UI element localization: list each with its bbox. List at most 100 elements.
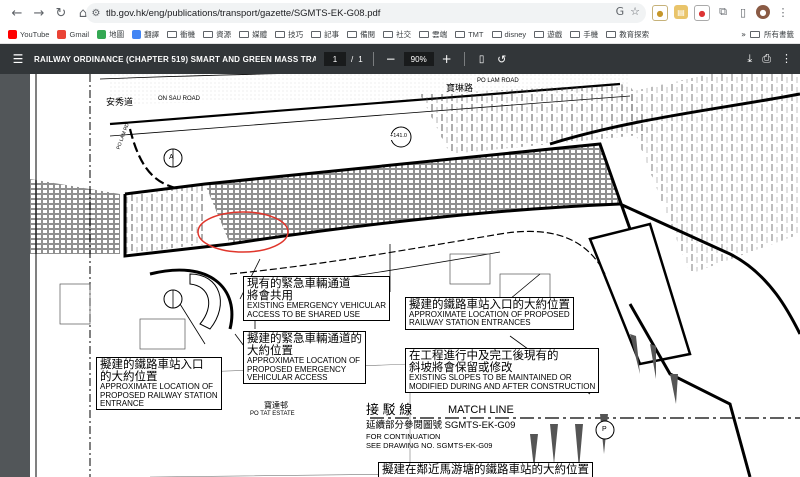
bookmark-label: 翻譯 — [144, 30, 160, 39]
estate-label-zh: 寶達邨 — [264, 401, 288, 410]
bookmark-folder[interactable]: disney — [491, 30, 527, 39]
bookmark-folder[interactable]: 資源 — [203, 29, 231, 40]
folder-icon — [203, 31, 214, 38]
pdf-page[interactable]: 安秀道 ON SAU ROAD 寶琳路 PO LAM ROAD PO LAM R… — [30, 74, 800, 477]
bookmark-folder-label: 衝機 — [180, 30, 196, 39]
road-label-zh-2: 寶琳路 — [446, 83, 474, 93]
bookmark-item[interactable]: 翻譯 — [132, 29, 159, 40]
bookmark-folder-label: 社交 — [396, 30, 412, 39]
arrow-marker-a: A — [169, 154, 174, 161]
more-options-icon[interactable]: ⋮ — [781, 52, 792, 66]
print-icon[interactable]: ⎙ — [762, 52, 771, 66]
reload-icon[interactable]: ↻ — [50, 2, 72, 24]
slopes-callout: 在工程進行中及完工後現有的 斜坡將會保留或修改 EXISTING SLOPES … — [405, 348, 600, 393]
bookmark-favicon-icon — [132, 30, 142, 39]
bookmark-folder[interactable]: 技巧 — [275, 29, 303, 40]
all-bookmarks[interactable]: » 所有書籤 — [741, 29, 794, 40]
bookmark-folder[interactable]: 記事 — [311, 29, 339, 40]
bookmark-star-icon[interactable]: ☆ — [630, 5, 640, 18]
estate-label-en: PO TAT ESTATE — [250, 411, 295, 417]
extension-icon-1[interactable]: ● — [652, 5, 668, 21]
page-separator: / — [351, 54, 354, 64]
puzzle-icon[interactable]: ⧉ — [716, 5, 730, 19]
station-entrances-callout: 擬建的鐵路車站入口的大約位置 APPROXIMATE LOCATION OF P… — [405, 297, 574, 330]
bookmark-folder-label: 技巧 — [288, 30, 304, 39]
pdf-toolbar: ☰ RAILWAY ORDINANCE (CHAPTER 519) SMART … — [0, 44, 800, 74]
forward-icon[interactable]: → — [28, 2, 50, 24]
continuation-en-2: SEE DRAWING NO. SGMTS-EK-G09 — [366, 441, 493, 450]
bookmark-folder-label: 手機 — [583, 30, 599, 39]
match-line-en: MATCH LINE — [448, 404, 514, 416]
bookmark-favicon-icon — [8, 30, 17, 39]
folder-icon — [750, 31, 760, 38]
level-mark: +141.0 — [390, 133, 407, 140]
bookmark-folder[interactable]: 衝機 — [167, 29, 195, 40]
continuation-en-1: FOR CONTINUATION — [366, 432, 441, 441]
rotate-icon[interactable]: ↺ — [495, 53, 509, 66]
bookmark-favicon-icon — [97, 30, 107, 39]
site-info-icon[interactable]: ⚙ — [86, 8, 106, 19]
bookmark-folder-label: TMT — [468, 30, 484, 39]
bookmark-label: YouTube — [20, 30, 50, 39]
side-panel-icon[interactable]: ▯ — [736, 5, 750, 19]
match-line-zh: 接 駁 線 — [366, 402, 413, 417]
station-entrance-callout: 擬建的鐵路車站入口 的大約位置 APPROXIMATE LOCATION OF … — [96, 357, 222, 411]
folder-icon — [311, 31, 322, 38]
url-text[interactable]: tlb.gov.hk/eng/publications/transport/ga… — [106, 8, 380, 19]
download-icon[interactable]: ⤓ — [747, 52, 752, 66]
shared-access-callout: 現有的緊急車輛通道 將會共用 EXISTING EMERGENCY VEHICU… — [243, 276, 390, 321]
folder-icon — [419, 31, 430, 38]
bookmark-folder[interactable]: 教育探索 — [606, 29, 649, 40]
engineering-drawing — [30, 74, 800, 477]
hamburger-menu-icon[interactable]: ☰ — [6, 52, 30, 66]
zoom-out-icon[interactable]: − — [384, 52, 398, 66]
folder-icon — [491, 31, 502, 38]
pdf-title: RAILWAY ORDINANCE (CHAPTER 519) SMART AN… — [34, 54, 316, 64]
bookmark-folder[interactable]: TMT — [455, 30, 484, 39]
bookmark-folder-label: 雲端 — [432, 30, 448, 39]
folder-icon — [347, 31, 358, 38]
zoom-in-icon[interactable]: + — [440, 52, 454, 66]
bookmark-folder-label: 教育探索 — [619, 30, 650, 39]
continuation-zh: 延續部分參閱圖號 SGMTS-EK-G09 — [366, 420, 516, 431]
road-label-en: ON SAU ROAD — [158, 96, 201, 102]
zoom-input[interactable]: 90% — [403, 52, 434, 66]
folder-icon — [606, 31, 617, 38]
extension-icon-3[interactable]: ● — [694, 5, 710, 21]
proposed-eva-callout: 擬建的緊急車輛通道的 大約位置 APPROXIMATE LOCATION OF … — [243, 331, 366, 385]
divider — [463, 52, 465, 66]
bookmarks-bar: YouTube Gmail 地圖 翻譯 衝機 資源 媒體 技巧 記事 備閱 社交 雲端 TMT disne… — [0, 26, 800, 44]
bookmark-folder[interactable]: 手機 — [570, 29, 598, 40]
folder-icon — [534, 31, 545, 38]
bookmark-folder-label: disney — [504, 30, 527, 39]
bookmark-folder-label: 資源 — [216, 30, 232, 39]
bookmark-item[interactable]: YouTube — [8, 30, 49, 39]
bookmark-item[interactable]: 地圖 — [97, 29, 124, 40]
bookmark-folder[interactable]: 遊戲 — [534, 29, 562, 40]
folder-icon — [167, 31, 178, 38]
fit-page-icon[interactable]: ▯ — [475, 54, 489, 65]
folder-icon — [239, 31, 250, 38]
bookmark-folder[interactable]: 備閱 — [347, 29, 375, 40]
bookmark-item[interactable]: Gmail — [57, 30, 89, 39]
page-number-input[interactable]: 1 — [324, 52, 346, 66]
translate-icon[interactable]: G — [616, 5, 625, 18]
proposed-station-callout: 擬建在鄰近馬游塘的鐵路車站的大約位置 — [378, 462, 593, 477]
bookmark-folder[interactable]: 社交 — [383, 29, 411, 40]
back-icon[interactable]: ← — [6, 2, 28, 24]
profile-avatar[interactable]: ● — [756, 5, 770, 19]
bookmark-favicon-icon — [57, 30, 67, 39]
page-total: 1 — [358, 54, 363, 64]
folder-icon — [383, 31, 394, 38]
more-menu-icon[interactable]: ⋮ — [776, 5, 790, 19]
bookmark-folder-label: 媒體 — [252, 30, 268, 39]
folder-icon — [455, 31, 466, 38]
bookmark-folder-label: 備閱 — [360, 30, 376, 39]
bookmark-folder[interactable]: 雲端 — [419, 29, 447, 40]
bookmark-folder[interactable]: 媒體 — [239, 29, 267, 40]
extension-icon-2[interactable]: ▤ — [674, 5, 688, 19]
road-label-zh: 安秀道 — [106, 97, 134, 107]
address-bar[interactable]: ⚙ tlb.gov.hk/eng/publications/transport/… — [86, 3, 646, 23]
bookmark-label: 地圖 — [109, 30, 125, 39]
browser-toolbar: ← → ↻ ⌂ ⚙ tlb.gov.hk/eng/publications/tr… — [0, 0, 800, 27]
